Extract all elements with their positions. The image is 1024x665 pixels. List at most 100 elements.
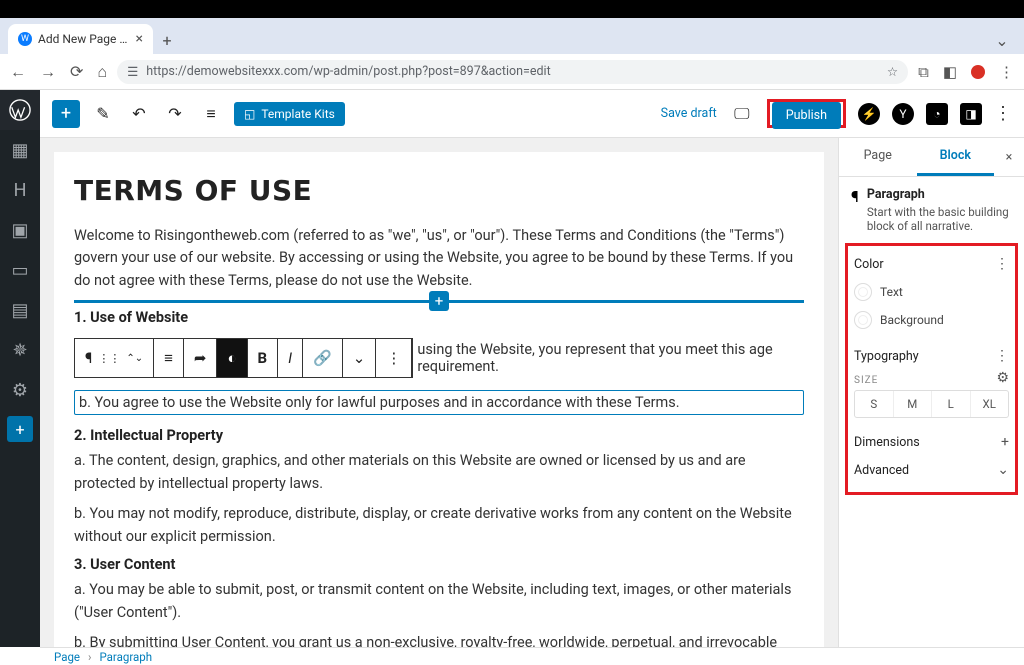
color-panel-title: Color [854, 257, 884, 272]
tab-title: Add New Page ‹ Demo Webs [38, 32, 130, 46]
section-2-heading[interactable]: 2. Intellectual Property [74, 427, 804, 444]
section-2b-text[interactable]: b. You may not modify, reproduce, distri… [74, 503, 804, 548]
preview-icon[interactable]: 🖵 [729, 101, 755, 127]
paragraph-icon: ¶ [851, 187, 859, 233]
editor-toolbar: + ✎ ↶ ↷ ≡ ◱ Template Kits Save draft 🖵 P… [40, 90, 1024, 138]
plugin-icon[interactable]: ◔ [926, 103, 948, 125]
page-title[interactable]: TERMS OF USE [74, 174, 804, 207]
extension-badge-icon[interactable] [971, 65, 985, 79]
color-panel-options-icon[interactable]: ⋮ [995, 256, 1009, 272]
background-color-row[interactable]: Background [854, 306, 1009, 334]
edit-mode-icon[interactable]: ✎ [90, 101, 116, 127]
intro-paragraph[interactable]: Welcome to Risingontheweb.com (referred … [74, 225, 804, 292]
more-formatting-icon[interactable]: ⌄ [343, 339, 377, 377]
insert-between-button[interactable]: + [429, 291, 449, 311]
settings-sidebar: Page Block × ¶ Paragraph Start with the … [838, 138, 1024, 647]
transform-icon[interactable]: ➦ [184, 339, 218, 377]
align-icon[interactable]: ≡ [154, 339, 184, 377]
close-sidebar-icon[interactable]: × [994, 138, 1024, 176]
dashboard-icon[interactable]: ▦ [0, 130, 40, 170]
section-2a-text[interactable]: a. The content, design, graphics, and ot… [74, 450, 804, 495]
tab-overflow-icon[interactable]: ⌄ [988, 26, 1016, 54]
size-settings-icon[interactable]: ⚙ [996, 370, 1009, 386]
section-3a-text[interactable]: a. You may be able to submit, post, or t… [74, 579, 804, 624]
home-icon[interactable]: ⌂ [97, 62, 107, 82]
editor-menu-icon[interactable]: ⋮ [994, 103, 1012, 124]
bc-separator-icon: › [88, 650, 91, 664]
extensions-icon[interactable]: ⧉ [918, 63, 929, 81]
block-toolbar: ¶ ⋮⋮ ⌃⌄ ≡ ➦ ◐ B I 🔗 ⌄ ⋮ [74, 338, 413, 378]
address-bar[interactable]: ☰ https://demowebsitexxx.com/wp-admin/po… [117, 60, 908, 84]
close-tab-icon[interactable]: × [136, 31, 143, 47]
add-block-button[interactable]: + [7, 416, 33, 442]
block-options-icon[interactable]: ⋮ [376, 339, 412, 377]
text-color-row[interactable]: Text [854, 278, 1009, 306]
tab-block[interactable]: Block [917, 138, 995, 176]
wp-logo-icon[interactable] [0, 90, 40, 130]
block-name: Paragraph [867, 187, 1012, 202]
publish-button[interactable]: Publish [772, 102, 841, 129]
template-kits-button[interactable]: ◱ Template Kits [234, 102, 345, 126]
block-description: Start with the basic building block of a… [867, 205, 1009, 233]
settings-panel-toggle-icon[interactable]: ◨ [960, 103, 982, 125]
publish-highlight: Publish [767, 99, 846, 128]
undo-icon[interactable]: ↶ [126, 101, 152, 127]
chrome-menu-icon[interactable]: ⋮ [999, 63, 1014, 81]
bc-page[interactable]: Page [54, 650, 80, 664]
link-button[interactable]: 🔗 [303, 339, 343, 377]
text-color-label: Text [880, 285, 903, 299]
template-kits-icon: ◱ [244, 107, 255, 121]
save-draft-link[interactable]: Save draft [661, 106, 717, 121]
size-options: S M L XL [854, 390, 1009, 418]
tab-page[interactable]: Page [839, 138, 917, 176]
size-l[interactable]: L [932, 391, 971, 417]
section-3-heading[interactable]: 3. User Content [74, 556, 804, 573]
browser-toolbar: ← → ⟳ ⌂ ☰ https://demowebsitexxx.com/wp-… [0, 54, 1024, 90]
block-type-icon[interactable]: ¶ ⋮⋮ ⌃⌄ [75, 339, 154, 377]
selected-paragraph[interactable]: b. You agree to use the Website only for… [74, 390, 804, 415]
block-settings-highlight: Color ⋮ Text Background Typography ⋮ [845, 243, 1018, 495]
bookmark-icon[interactable]: ☆ [887, 64, 898, 80]
site-info-icon[interactable]: ☰ [127, 64, 138, 80]
size-xl[interactable]: XL [971, 391, 1009, 417]
dimensions-panel-title: Dimensions [854, 435, 920, 450]
typography-panel-title: Typography [854, 349, 919, 364]
section-1a-tail[interactable]: using the Website, you represent that yo… [417, 341, 804, 375]
reload-icon[interactable]: ⟳ [70, 62, 83, 82]
size-m[interactable]: M [894, 391, 933, 417]
navigation-icon[interactable]: ✵ [0, 330, 40, 370]
block-insertion-line[interactable]: + [74, 300, 804, 303]
background-swatch-icon [854, 311, 872, 329]
settings-cog-icon[interactable]: ⚙ [0, 370, 40, 410]
advanced-panel-title: Advanced [854, 463, 909, 478]
image-block-icon[interactable]: ▣ [0, 210, 40, 250]
section-1-heading[interactable]: 1. Use of Website [74, 309, 804, 326]
wp-favicon: W [18, 32, 32, 46]
section-3b-text[interactable]: b. By submitting User Content, you grant… [74, 632, 804, 647]
size-s[interactable]: S [855, 391, 894, 417]
text-color-icon[interactable]: ◐ [217, 339, 247, 377]
new-tab-button[interactable]: + [153, 26, 181, 54]
browser-tab[interactable]: W Add New Page ‹ Demo Webs × [8, 24, 153, 54]
italic-button[interactable]: I [278, 339, 303, 377]
astra-icon[interactable]: ⚡ [858, 103, 880, 125]
size-label: SIZE [854, 375, 878, 386]
back-icon[interactable]: ← [10, 62, 26, 82]
wp-admin-sidebar: ▦ H ▣ ▭ ▤ ✵ ⚙ + [0, 90, 40, 647]
page-block-icon[interactable]: ▤ [0, 290, 40, 330]
panel-icon[interactable]: ◧ [943, 63, 957, 81]
dimensions-add-icon[interactable]: + [1001, 434, 1009, 450]
buttons-block-icon[interactable]: ▭ [0, 250, 40, 290]
bc-block[interactable]: Paragraph [99, 650, 152, 664]
typography-panel-options-icon[interactable]: ⋮ [995, 348, 1009, 364]
browser-tab-strip: W Add New Page ‹ Demo Webs × + ⌄ [0, 18, 1024, 54]
url-text: https://demowebsitexxx.com/wp-admin/post… [146, 64, 879, 79]
bold-button[interactable]: B [248, 339, 279, 377]
forward-icon[interactable]: → [40, 62, 56, 82]
advanced-toggle-icon[interactable]: ⌄ [997, 462, 1009, 478]
insert-block-button[interactable]: + [52, 100, 80, 128]
outline-icon[interactable]: ≡ [198, 101, 224, 127]
redo-icon[interactable]: ↷ [162, 101, 188, 127]
yoast-icon[interactable]: Y [892, 103, 914, 125]
heading-block-icon[interactable]: H [0, 170, 40, 210]
